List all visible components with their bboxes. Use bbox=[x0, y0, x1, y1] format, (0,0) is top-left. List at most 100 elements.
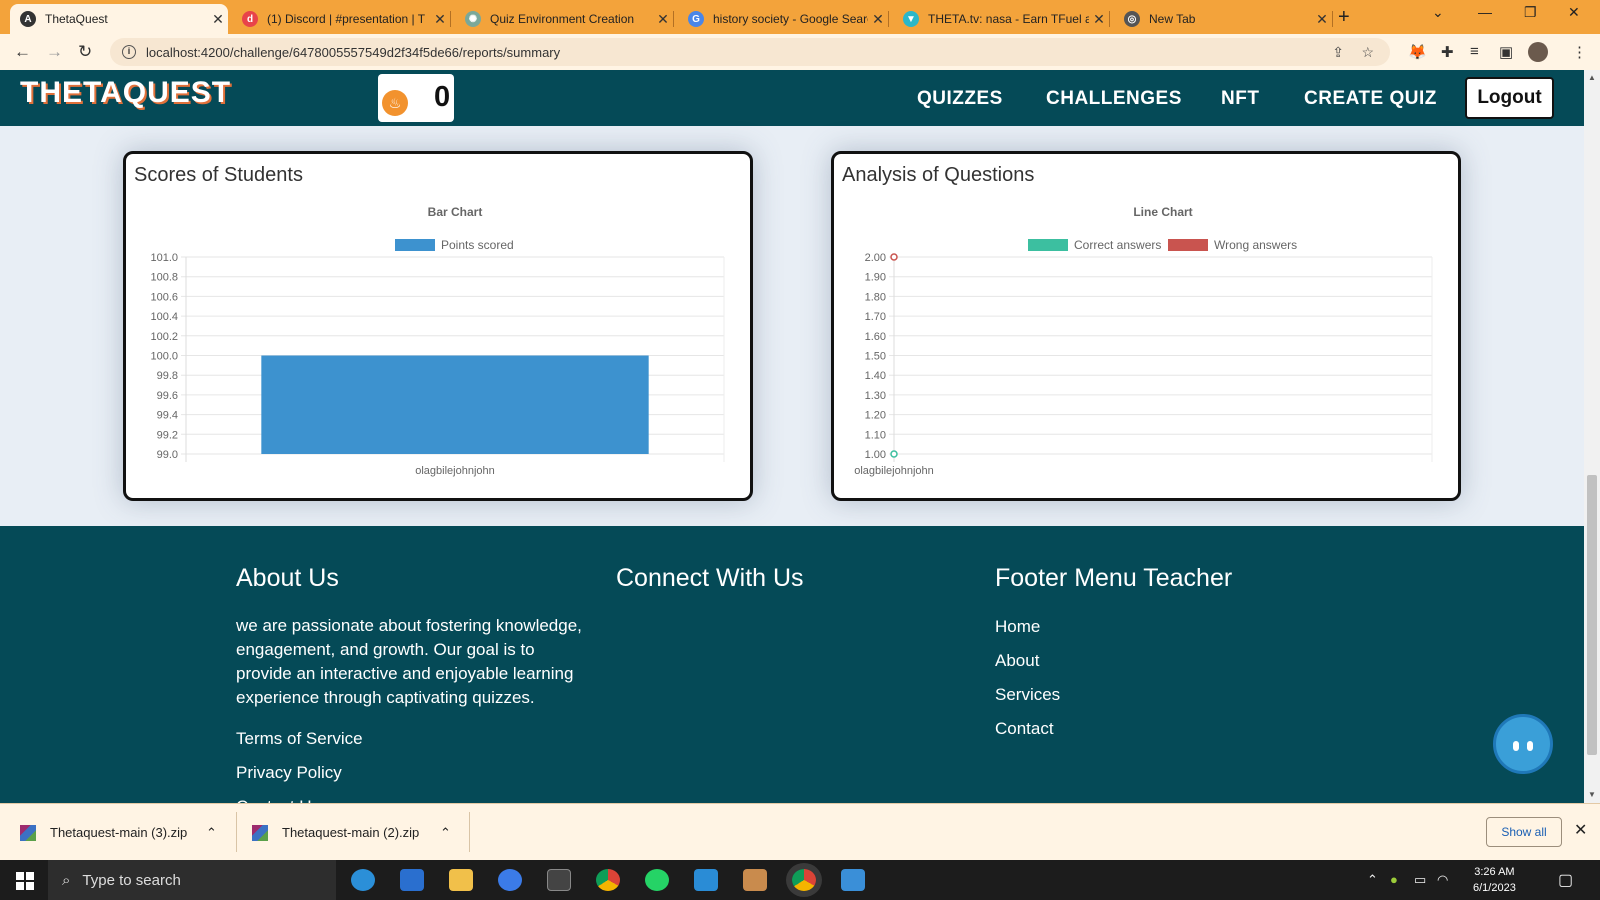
download-filename: Thetaquest-main (3).zip bbox=[50, 825, 188, 840]
y-tick-label: 1.50 bbox=[865, 351, 886, 363]
edge-icon[interactable] bbox=[351, 869, 375, 891]
chart-title: Line Chart bbox=[1133, 205, 1192, 219]
wifi-icon[interactable]: ◠ bbox=[1437, 872, 1448, 888]
close-tab-icon[interactable]: ✕ bbox=[430, 11, 450, 28]
download-item[interactable]: Thetaquest-main (2).zip bbox=[252, 804, 452, 861]
restore-button[interactable]: ❐ bbox=[1524, 4, 1537, 21]
scrollbar-thumb[interactable] bbox=[1587, 475, 1597, 755]
whatsapp-icon[interactable] bbox=[645, 869, 669, 891]
legend-label: Correct answers bbox=[1074, 238, 1161, 252]
tray-app-icon[interactable]: ● bbox=[1390, 872, 1398, 887]
tab-divider bbox=[1332, 11, 1333, 27]
browser-tab[interactable]: A ThetaQuest ✕ bbox=[10, 4, 228, 34]
bar bbox=[261, 355, 649, 454]
reading-list-icon[interactable]: ≡ bbox=[1470, 43, 1479, 60]
close-window-button[interactable]: ✕ bbox=[1568, 4, 1580, 21]
close-tab-icon[interactable]: ✕ bbox=[1089, 11, 1109, 28]
bookmark-star-icon[interactable]: ☆ bbox=[1361, 44, 1374, 61]
close-tab-icon[interactable]: ✕ bbox=[868, 11, 888, 28]
browser-tab[interactable]: ✺ Quiz Environment Creation ✕ bbox=[455, 4, 674, 34]
browser-tab[interactable]: ▼ THETA.tv: nasa - Earn TFuel a ✕ bbox=[893, 4, 1110, 34]
close-tab-icon[interactable]: ✕ bbox=[208, 11, 228, 28]
scores-card: Scores of Students Bar Chart Points score… bbox=[123, 151, 753, 501]
terminal-icon[interactable] bbox=[547, 869, 571, 891]
footer-home-link[interactable]: Home bbox=[995, 617, 1040, 637]
vscode-icon[interactable] bbox=[694, 869, 718, 891]
reload-icon[interactable]: ↻ bbox=[78, 42, 92, 62]
scroll-up-arrow[interactable]: ▲ bbox=[1588, 73, 1596, 82]
page-scrollbar[interactable]: ▲ ▼ bbox=[1584, 70, 1600, 803]
package-icon[interactable] bbox=[743, 869, 767, 891]
microsoft-store-icon[interactable] bbox=[400, 869, 424, 891]
share-icon[interactable]: ⇪ bbox=[1332, 44, 1344, 61]
theta-icon: ▼ bbox=[903, 11, 919, 27]
footer-contact-link[interactable]: Contact bbox=[995, 719, 1054, 739]
forward-icon[interactable]: → bbox=[46, 42, 63, 62]
show-all-downloads-button[interactable]: Show all bbox=[1486, 817, 1562, 847]
download-item[interactable]: Thetaquest-main (3).zip bbox=[20, 804, 220, 861]
download-options-chevron-icon[interactable]: ⌃ bbox=[206, 804, 217, 861]
close-tab-icon[interactable]: ✕ bbox=[653, 11, 673, 28]
tab-title: ThetaQuest bbox=[45, 12, 108, 26]
y-tick-label: 99.2 bbox=[157, 429, 178, 441]
browser-tab[interactable]: d (1) Discord | #presentation | T ✕ bbox=[232, 4, 451, 34]
y-tick-label: 1.30 bbox=[865, 390, 886, 402]
browser-toolbar: ← → ↻ i localhost:4200/challenge/6478005… bbox=[0, 34, 1600, 70]
privacy-policy-link[interactable]: Privacy Policy bbox=[236, 763, 342, 783]
browser-tab[interactable]: Ghistory society - Google Searc ✕ bbox=[678, 4, 889, 34]
close-downloads-bar-icon[interactable]: ✕ bbox=[1574, 820, 1587, 840]
back-icon[interactable]: ← bbox=[14, 42, 31, 62]
y-tick-label: 1.80 bbox=[865, 291, 886, 303]
new-tab-button[interactable]: + bbox=[1338, 6, 1350, 29]
site-info-icon[interactable]: i bbox=[122, 45, 136, 59]
nav-quizzes[interactable]: QUIZZES bbox=[917, 88, 1003, 110]
chrome-icon[interactable] bbox=[596, 869, 620, 891]
brand-logo[interactable]: THETAQUEST bbox=[20, 76, 231, 110]
legend-swatch bbox=[1028, 239, 1068, 251]
y-tick-label: 1.20 bbox=[865, 410, 886, 422]
side-panel-icon[interactable]: ▣ bbox=[1499, 43, 1513, 61]
y-tick-label: 99.8 bbox=[157, 370, 178, 382]
coin-balance-box: ♨ 0 bbox=[378, 74, 454, 122]
notifications-icon[interactable]: ▢ bbox=[1558, 870, 1573, 890]
chatgpt-icon: ✺ bbox=[465, 11, 481, 27]
taskbar-clock[interactable]: 3:26 AM 6/1/2023 bbox=[1473, 864, 1516, 896]
chart-title: Bar Chart bbox=[428, 205, 483, 219]
menu-kebab-icon[interactable]: ⋮ bbox=[1572, 43, 1587, 61]
x-tick-label: olagbilejohnjohn bbox=[415, 465, 495, 477]
download-options-chevron-icon[interactable]: ⌃ bbox=[440, 804, 451, 861]
nav-nft[interactable]: NFT bbox=[1221, 88, 1259, 110]
file-explorer-icon[interactable] bbox=[449, 869, 473, 891]
battery-icon[interactable]: ▭ bbox=[1414, 872, 1426, 888]
y-tick-label: 1.10 bbox=[865, 429, 886, 441]
taskbar-search-placeholder: Type to search bbox=[82, 871, 181, 889]
nav-create-quiz[interactable]: CREATE QUIZ bbox=[1304, 88, 1437, 110]
taskbar-search-box[interactable]: ⌕ Type to search bbox=[48, 860, 336, 900]
tab-search-icon[interactable]: ⌄ bbox=[1432, 4, 1444, 21]
chatbot-icon[interactable] bbox=[1493, 714, 1553, 774]
terms-of-service-link[interactable]: Terms of Service bbox=[236, 729, 363, 749]
nav-challenges[interactable]: CHALLENGES bbox=[1046, 88, 1182, 110]
metamask-icon[interactable]: 🦊 bbox=[1408, 43, 1427, 61]
browser-tab[interactable]: ◎ New Tab ✕ bbox=[1114, 4, 1333, 34]
windows-start-icon[interactable] bbox=[16, 872, 34, 890]
logout-button[interactable]: Logout bbox=[1465, 77, 1554, 119]
minimize-button[interactable]: — bbox=[1478, 4, 1492, 20]
download-filename: Thetaquest-main (2).zip bbox=[282, 825, 420, 840]
photos-icon[interactable] bbox=[841, 869, 865, 891]
site-footer: About Us we are passionate about fosteri… bbox=[0, 526, 1584, 803]
google-icon: G bbox=[688, 11, 704, 27]
tray-chevron-icon[interactable]: ⌃ bbox=[1367, 872, 1378, 888]
zoom-icon[interactable] bbox=[498, 869, 522, 891]
scroll-down-arrow[interactable]: ▼ bbox=[1588, 790, 1596, 799]
legend-swatch bbox=[395, 239, 435, 251]
extensions-icon[interactable]: ✚ bbox=[1441, 43, 1454, 61]
chrome-active-icon[interactable] bbox=[792, 869, 816, 891]
discord-icon: d bbox=[242, 11, 258, 27]
address-bar[interactable]: i localhost:4200/challenge/6478005557549… bbox=[110, 38, 1390, 66]
profile-avatar[interactable] bbox=[1528, 42, 1548, 62]
y-tick-label: 99.4 bbox=[157, 410, 178, 422]
close-tab-icon[interactable]: ✕ bbox=[1312, 11, 1332, 28]
footer-about-link[interactable]: About bbox=[995, 651, 1039, 671]
footer-services-link[interactable]: Services bbox=[995, 685, 1060, 705]
